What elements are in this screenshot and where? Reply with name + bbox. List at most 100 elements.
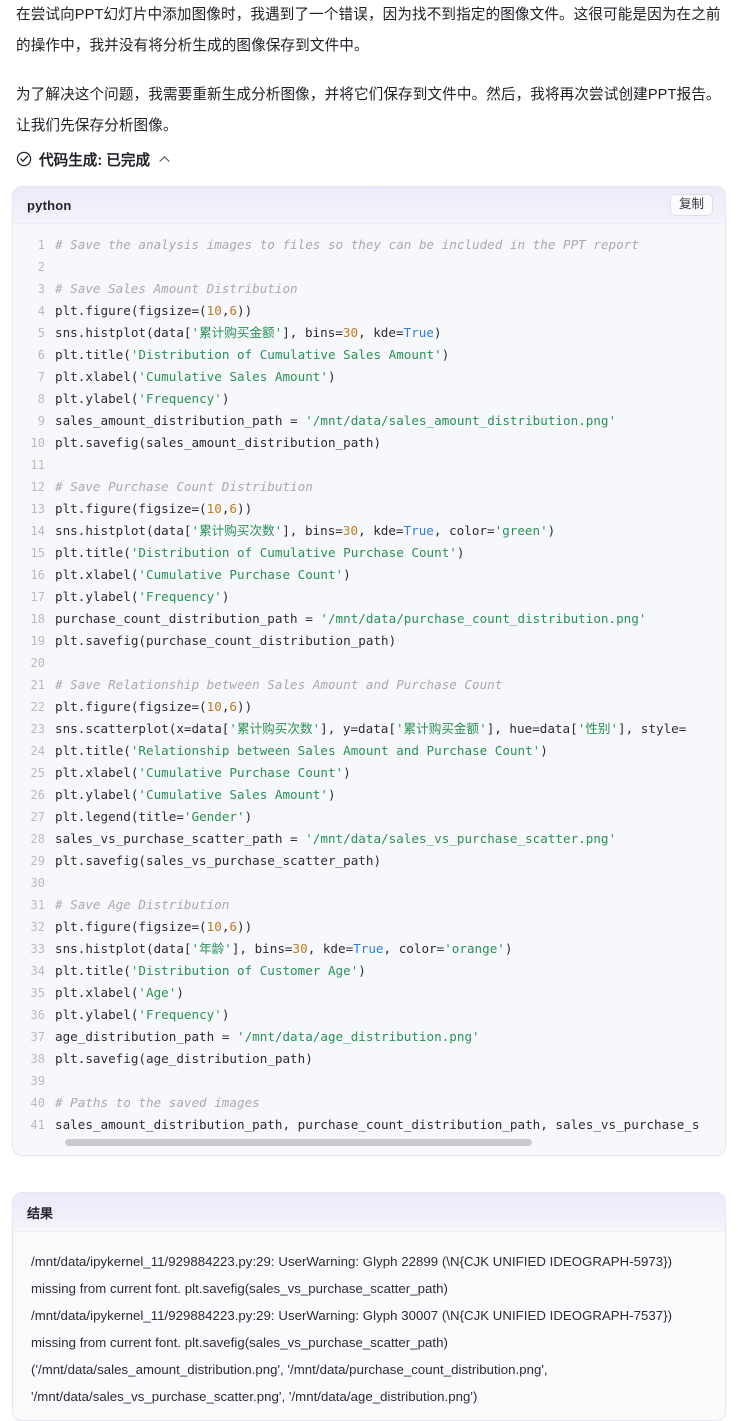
- code-token: ], style=: [618, 721, 687, 736]
- code-block-body[interactable]: 1 # Save the analysis images to files so …: [13, 224, 725, 1155]
- code-token: ): [221, 391, 230, 406]
- code-token: sales_amount_distribution_path, purchase…: [55, 1117, 700, 1132]
- intro-paragraph-1: 在尝试向PPT幻灯片中添加图像时，我遇到了一个错误，因为找不到指定的图像文件。这…: [16, 7, 721, 54]
- code-token: '/mnt/data/purchase_count_distribution.p…: [320, 611, 647, 626]
- code-token: ): [176, 985, 184, 1000]
- code-token: plt.figure(figsize=(: [55, 699, 207, 714]
- code-token: )): [237, 699, 253, 714]
- code-line-number: 26: [30, 788, 45, 802]
- code-token: sns.histplot(data[: [55, 325, 192, 340]
- code-token: sns.histplot(data[: [55, 941, 192, 956]
- code-line-source: sns.histplot(data['年龄'], bins=30, kde=Tr…: [55, 938, 725, 960]
- code-token: ): [221, 589, 230, 604]
- code-line-source: # Save Relationship between Sales Amount…: [55, 674, 725, 696]
- code-line: 28 sales_vs_purchase_scatter_path = '/mnt…: [13, 828, 725, 850]
- code-token: sns.histplot(data[: [55, 523, 192, 538]
- code-token: ): [547, 523, 556, 538]
- code-token: # Save the analysis images to files so t…: [55, 237, 639, 252]
- code-line-number: 18: [30, 612, 45, 626]
- code-token: plt.title(: [55, 963, 131, 978]
- code-line-number: 29: [30, 854, 45, 868]
- result-title: 结果: [27, 1205, 54, 1221]
- code-line-number: 2: [37, 260, 45, 274]
- code-token: plt.ylabel(: [55, 1007, 139, 1022]
- code-token: ): [358, 963, 366, 978]
- code-line: 21 # Save Relationship between Sales Amou…: [13, 674, 725, 696]
- code-line-number: 41: [30, 1118, 45, 1132]
- code-horizontal-scrollbar[interactable]: [65, 1139, 725, 1147]
- code-line-source: plt.savefig(age_distribution_path): [55, 1048, 725, 1070]
- code-line-number: 1: [37, 238, 45, 252]
- code-line-source: plt.savefig(sales_vs_purchase_scatter_pa…: [55, 850, 725, 872]
- code-line: 39: [13, 1070, 725, 1092]
- code-generation-status[interactable]: 代码生成: 已完成: [0, 146, 738, 172]
- code-line-number: 5: [37, 326, 45, 340]
- code-line: 33 sns.histplot(data['年龄'], bins=30, kde=…: [13, 938, 725, 960]
- code-line: 15 plt.title('Distribution of Cumulative …: [13, 542, 725, 564]
- code-token: 6: [229, 501, 238, 516]
- code-token: '/mnt/data/sales_amount_distribution.png…: [305, 413, 617, 428]
- code-line-number: 3: [37, 282, 45, 296]
- code-line: 1 # Save the analysis images to files so …: [13, 234, 725, 256]
- copy-code-button[interactable]: 复制: [669, 194, 713, 216]
- code-token: '性别': [577, 721, 619, 736]
- code-token: ): [433, 325, 442, 340]
- code-line: 17 plt.ylabel('Frequency'): [13, 586, 725, 608]
- code-line: 4 plt.figure(figsize=(10,6)): [13, 300, 725, 322]
- code-token: 'Frequency': [138, 589, 222, 604]
- code-token: plt.ylabel(: [55, 589, 139, 604]
- code-line: 12 # Save Purchase Count Distribution: [13, 476, 725, 498]
- result-line: /mnt/data/ipykernel_11/929884223.py:29: …: [31, 1308, 673, 1350]
- code-line: 7 plt.xlabel('Cumulative Sales Amount'): [13, 366, 725, 388]
- code-token: age_distribution_path =: [55, 1029, 237, 1044]
- code-token: ], bins=: [282, 325, 343, 340]
- code-token: 30: [342, 523, 359, 538]
- result-line: /mnt/data/ipykernel_11/929884223.py:29: …: [31, 1254, 673, 1296]
- code-token: 'Distribution of Customer Age': [130, 963, 359, 978]
- code-line: 18 purchase_count_distribution_path = '/m…: [13, 608, 725, 630]
- code-token: plt.figure(figsize=(: [55, 303, 207, 318]
- code-line-source: purchase_count_distribution_path = '/mnt…: [55, 608, 725, 630]
- code-line-number: 24: [30, 744, 45, 758]
- result-block: 结果 /mnt/data/ipykernel_11/929884223.py:2…: [12, 1192, 726, 1421]
- code-line-source: # Save the analysis images to files so t…: [55, 234, 725, 256]
- code-line: 38 plt.savefig(age_distribution_path): [13, 1048, 725, 1070]
- code-scrollbar-thumb[interactable]: [65, 1139, 532, 1146]
- code-line: 9 sales_amount_distribution_path = '/mnt/…: [13, 410, 725, 432]
- code-token: 6: [229, 699, 238, 714]
- code-line: 29 plt.savefig(sales_vs_purchase_scatter_…: [13, 850, 725, 872]
- code-token: ], y=data[: [320, 721, 396, 736]
- chevron-up-icon[interactable]: [159, 153, 170, 165]
- code-token: # Paths to the saved images: [55, 1095, 260, 1110]
- code-token: '累计购买次数': [191, 523, 283, 538]
- code-line: 36 plt.ylabel('Frequency'): [13, 1004, 725, 1026]
- code-token: ): [343, 567, 351, 582]
- code-line: 13 plt.figure(figsize=(10,6)): [13, 498, 725, 520]
- conversation-page: 在尝试向PPT幻灯片中添加图像时，我遇到了一个错误，因为找不到指定的图像文件。这…: [0, 0, 738, 1421]
- code-line-number: 9: [37, 414, 45, 428]
- code-line: 31 # Save Age Distribution: [13, 894, 725, 916]
- code-token: # Save Purchase Count Distribution: [55, 479, 313, 494]
- code-token: '累计购买次数': [229, 721, 321, 736]
- code-language-label: python: [27, 197, 72, 213]
- code-token: , kde=: [358, 523, 404, 538]
- code-token: ): [327, 787, 336, 802]
- code-line: 10 plt.savefig(sales_amount_distribution_…: [13, 432, 725, 454]
- code-line-source: # Save Age Distribution: [55, 894, 725, 916]
- code-token: ], hue=data[: [486, 721, 578, 736]
- code-token: , color=: [433, 523, 495, 538]
- code-line-number: 20: [30, 656, 45, 670]
- code-line-number: 7: [37, 370, 45, 384]
- code-line-source: plt.figure(figsize=(10,6)): [55, 916, 725, 938]
- code-token: plt.savefig(sales_vs_purchase_scatter_pa…: [55, 853, 382, 868]
- code-block-header: python 复制: [13, 187, 725, 224]
- code-token: plt.title(: [55, 347, 131, 362]
- code-token: # Save Relationship between Sales Amount…: [55, 677, 503, 692]
- code-token: ], bins=: [282, 523, 343, 538]
- code-line-number: 8: [37, 392, 45, 406]
- code-line-number: 27: [30, 810, 45, 824]
- code-token: ): [327, 369, 336, 384]
- result-line: ('/mnt/data/sales_amount_distribution.pn…: [31, 1362, 548, 1404]
- code-line-number: 39: [30, 1074, 45, 1088]
